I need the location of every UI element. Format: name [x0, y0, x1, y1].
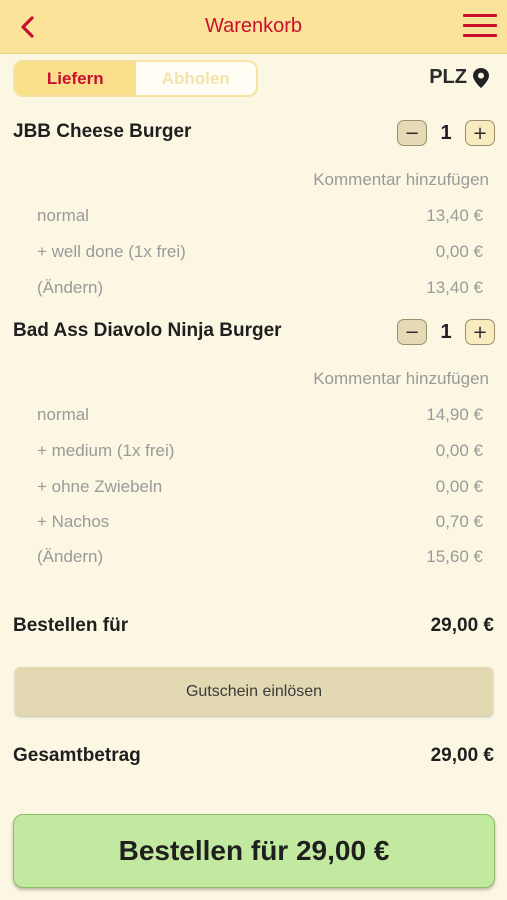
- cart-line: (Ändern) 13,40 €: [37, 278, 483, 298]
- page-title: Warenkorb: [204, 15, 303, 37]
- increase-quantity-button[interactable]: +: [465, 319, 495, 345]
- line-price: 15,60 €: [426, 547, 483, 566]
- total-label: Gesamtbetrag: [13, 745, 141, 766]
- delivery-mode-toggle: Liefern Abholen: [13, 60, 258, 97]
- quantity-stepper: − 1 +: [397, 120, 495, 146]
- line-price: 13,40 €: [426, 206, 483, 225]
- deliver-option[interactable]: Liefern: [15, 62, 136, 95]
- cart-line: (Ändern) 15,60 €: [37, 547, 483, 567]
- quantity-stepper: − 1 +: [397, 319, 495, 345]
- cart-item-name: Bad Ass Diavolo Ninja Burger: [13, 320, 282, 341]
- line-price: 0,00 €: [435, 477, 483, 496]
- place-order-button[interactable]: Bestellen für 29,00 €: [13, 814, 495, 888]
- line-label: normal: [37, 405, 89, 424]
- plz-selector[interactable]: PLZ: [429, 66, 489, 89]
- decrease-quantity-button[interactable]: −: [397, 319, 427, 345]
- decrease-quantity-button[interactable]: −: [397, 120, 427, 146]
- line-price: 0,00 €: [435, 242, 483, 261]
- total-row: Gesamtbetrag 29,00 €: [13, 745, 494, 767]
- cart-line: + medium (1x frei) 0,00 €: [37, 441, 483, 461]
- cart-line: + Nachos 0,70 €: [37, 512, 483, 532]
- total-value: 29,00 €: [430, 745, 494, 766]
- line-price: 0,00 €: [435, 441, 483, 460]
- app-header: Warenkorb: [0, 0, 507, 54]
- add-comment-link[interactable]: Kommentar hinzufügen: [313, 369, 489, 389]
- pickup-option[interactable]: Abholen: [136, 62, 257, 95]
- line-label: + medium (1x frei): [37, 441, 175, 460]
- line-label: + Nachos: [37, 512, 110, 531]
- redeem-voucher-button[interactable]: Gutschein einlösen: [15, 667, 493, 716]
- line-label: + ohne Zwiebeln: [37, 477, 163, 496]
- edit-item-link[interactable]: (Ändern): [37, 547, 103, 567]
- quantity-value: 1: [440, 121, 452, 144]
- subtotal-value: 29,00 €: [430, 615, 494, 636]
- edit-item-link[interactable]: (Ändern): [37, 278, 103, 298]
- increase-quantity-button[interactable]: +: [465, 120, 495, 146]
- cart-line: + ohne Zwiebeln 0,00 €: [37, 477, 483, 497]
- cart-line: + well done (1x frei) 0,00 €: [37, 242, 483, 262]
- cart-line: normal 13,40 €: [37, 206, 483, 226]
- quantity-value: 1: [440, 320, 452, 343]
- line-price: 14,90 €: [426, 405, 483, 424]
- plz-label: PLZ: [429, 66, 467, 88]
- line-label: + well done (1x frei): [37, 242, 186, 261]
- add-comment-link[interactable]: Kommentar hinzufügen: [313, 170, 489, 190]
- line-price: 0,70 €: [435, 512, 483, 531]
- cart-item-name: JBB Cheese Burger: [13, 121, 192, 142]
- cart-line: normal 14,90 €: [37, 405, 483, 425]
- location-pin-icon: [473, 67, 489, 88]
- line-label: normal: [37, 206, 89, 225]
- subtotal-label: Bestellen für: [13, 615, 129, 636]
- line-price: 13,40 €: [426, 278, 483, 297]
- order-subtotal-row: Bestellen für 29,00 €: [13, 615, 494, 637]
- hamburger-menu-icon[interactable]: [463, 14, 497, 40]
